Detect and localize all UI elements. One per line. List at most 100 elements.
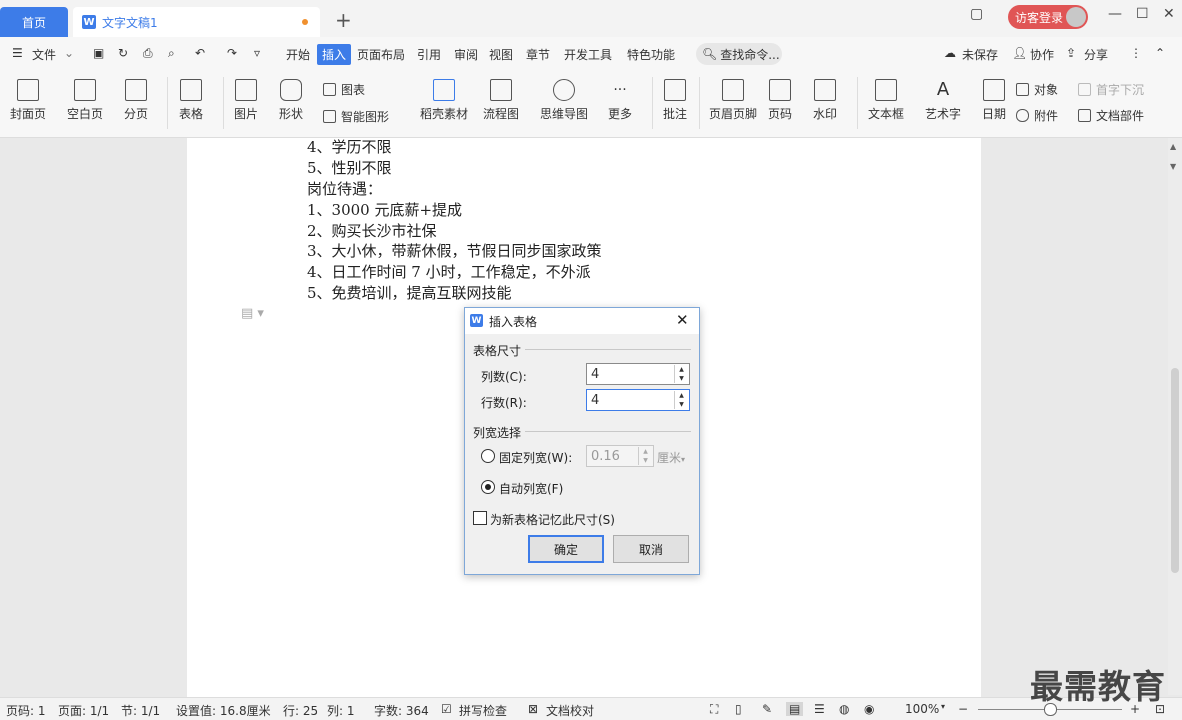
auto-width-radio[interactable]	[481, 480, 495, 494]
mindmap-button[interactable]: 思维导图	[540, 79, 588, 122]
table-button[interactable]: 表格	[179, 79, 203, 122]
fixed-width-radio[interactable]	[481, 449, 495, 463]
read-mode-icon[interactable]: ▯	[735, 702, 742, 716]
web-view-icon[interactable]: ◍	[839, 702, 849, 716]
header-footer-label: 页眉页脚	[709, 107, 758, 121]
flowchart-button[interactable]: 流程图	[483, 79, 519, 122]
share-button[interactable]: 分享	[1084, 46, 1108, 63]
proofread-button[interactable]: 文档校对	[546, 702, 594, 719]
smartart-icon	[323, 110, 336, 123]
outline-view-icon[interactable]: ☰	[814, 702, 825, 716]
vertical-scrollbar[interactable]: ▲ ▼	[1168, 138, 1182, 695]
new-tab-button[interactable]: +	[335, 8, 352, 32]
minimize-icon[interactable]: —	[1108, 6, 1122, 22]
customize-icon[interactable]: ▿	[254, 46, 260, 60]
watermark-button[interactable]: 水印	[813, 79, 837, 122]
chevron-down-icon[interactable]: ⌄	[64, 46, 74, 60]
menu-review[interactable]: 审阅	[454, 46, 478, 63]
collapse-ribbon-icon[interactable]: ⌃	[1155, 46, 1165, 60]
header-footer-button[interactable]: 页眉页脚	[709, 79, 757, 122]
doc-parts-button[interactable]: 文档部件	[1078, 107, 1144, 124]
zoom-level[interactable]: 100%	[905, 702, 939, 716]
textbox-button[interactable]: 文本框	[868, 79, 904, 122]
column-status[interactable]: 列: 1	[327, 702, 355, 719]
menu-start[interactable]: 开始	[286, 46, 310, 63]
menu-developer[interactable]: 开发工具	[564, 46, 612, 63]
page-break-button[interactable]: 分页	[124, 79, 148, 122]
picture-button[interactable]: 图片	[234, 79, 258, 122]
save-icon[interactable]: ▣	[93, 46, 104, 60]
hamburger-icon[interactable]: ☰	[12, 46, 23, 60]
blank-page-icon	[74, 79, 96, 101]
chart-button[interactable]: 图表	[323, 81, 365, 98]
spellcheck-button[interactable]: 拼写检查	[459, 702, 507, 719]
shape-button[interactable]: 形状	[279, 79, 303, 122]
doc-line: 4、日工作时间 7 小时，工作稳定，不外派	[307, 263, 591, 281]
login-button[interactable]: 访客登录	[1008, 5, 1088, 29]
eye-protection-icon[interactable]: ◉	[864, 702, 874, 716]
cover-page-button[interactable]: 封面页	[10, 79, 46, 122]
menu-file[interactable]: 文件	[32, 46, 56, 63]
object-icon	[1016, 83, 1029, 96]
page-view-icon[interactable]: ▤	[786, 702, 804, 716]
command-search[interactable]: 🔍︎ 查找命令...	[696, 43, 782, 65]
paragraph-handle-icon[interactable]: ▤ ▾	[241, 306, 264, 321]
menu-chapter[interactable]: 章节	[526, 46, 550, 63]
close-icon[interactable]: ✕	[1163, 6, 1175, 22]
remember-size-checkbox[interactable]	[473, 511, 487, 525]
pages-status[interactable]: 页面: 1/1	[58, 702, 109, 719]
stepper-down-icon[interactable]: ▼	[675, 374, 688, 383]
layout-icon[interactable]: ▢	[970, 6, 983, 22]
date-button[interactable]: 日期	[982, 79, 1006, 122]
cancel-button[interactable]: 取消	[613, 535, 689, 563]
preview-icon[interactable]: ⌕	[168, 46, 175, 61]
undo-icon[interactable]: ↶	[195, 46, 205, 60]
fullscreen-icon[interactable]: ⛶	[710, 702, 718, 717]
stepper-down-icon[interactable]: ▼	[675, 400, 688, 409]
smartart-button[interactable]: 智能图形	[323, 108, 389, 125]
scroll-up-icon[interactable]: ▲	[1170, 142, 1176, 151]
ok-button[interactable]: 确定	[528, 535, 604, 563]
page-number-status[interactable]: 页码: 1	[6, 702, 46, 719]
wordart-button[interactable]: A 艺术字	[925, 79, 961, 122]
doc-line: 2、购买长沙市社保	[307, 222, 437, 240]
section-status[interactable]: 节: 1/1	[121, 702, 160, 719]
redo-icon[interactable]: ↷	[227, 46, 237, 60]
menu-references[interactable]: 引用	[417, 46, 441, 63]
word-count-status[interactable]: 字数: 364	[374, 702, 429, 719]
row-status[interactable]: 行: 25	[283, 702, 318, 719]
zoom-out-icon[interactable]: −	[958, 702, 968, 716]
chevron-down-icon[interactable]: ▾	[941, 702, 945, 711]
menu-page-layout[interactable]: 页面布局	[357, 46, 405, 63]
rows-label: 行数(R):	[481, 396, 527, 410]
comment-button[interactable]: 批注	[663, 79, 687, 122]
scrollbar-thumb[interactable]	[1171, 368, 1179, 573]
attachment-button[interactable]: 附件	[1016, 107, 1058, 124]
more-icon[interactable]: ⋮	[1130, 46, 1142, 60]
stepper-up-icon[interactable]: ▲	[675, 391, 688, 400]
search-label: 查找命令...	[720, 47, 780, 62]
object-button[interactable]: 对象	[1016, 81, 1058, 98]
maximize-icon[interactable]: ☐	[1136, 6, 1149, 22]
setting-status[interactable]: 设置值: 16.8厘米	[176, 702, 271, 719]
edit-mode-icon[interactable]: ✎	[762, 702, 772, 716]
page-number-button[interactable]: 页码	[768, 79, 792, 122]
rows-stepper[interactable]: 4 ▲ ▼	[586, 389, 690, 411]
export-icon[interactable]: ↻	[118, 46, 128, 60]
docer-material-button[interactable]: 稻壳素材	[420, 79, 468, 122]
more-button[interactable]: ··· 更多	[608, 79, 632, 122]
stepper-up-icon[interactable]: ▲	[675, 365, 688, 374]
menu-view[interactable]: 视图	[489, 46, 513, 63]
unsaved-label[interactable]: 未保存	[962, 46, 998, 63]
tab-document[interactable]: W 文字文稿1	[73, 7, 320, 37]
menu-features[interactable]: 特色功能	[627, 46, 675, 63]
paperclip-icon	[1016, 109, 1029, 122]
menu-insert[interactable]: 插入	[317, 44, 352, 65]
tab-home[interactable]: 首页	[0, 7, 68, 37]
blank-page-button[interactable]: 空白页	[67, 79, 103, 122]
columns-stepper[interactable]: 4 ▲ ▼	[586, 363, 690, 385]
print-icon[interactable]: ⎙	[143, 46, 153, 61]
scroll-down-icon[interactable]: ▼	[1170, 162, 1176, 171]
collab-button[interactable]: 协作	[1030, 46, 1054, 63]
dialog-close-icon[interactable]: ✕	[676, 311, 689, 329]
